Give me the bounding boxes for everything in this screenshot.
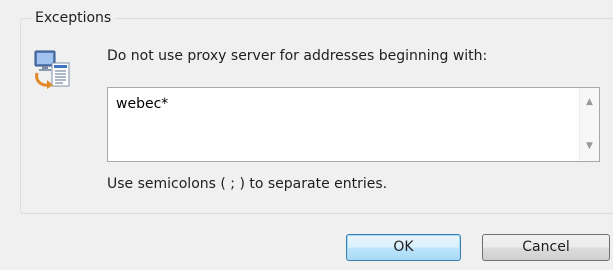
exceptions-group: Exceptions Do not use proxy server for a… bbox=[20, 9, 613, 214]
exceptions-scrollbar[interactable]: ▲ ▼ bbox=[579, 88, 599, 161]
exceptions-textarea-container: ▲ ▼ bbox=[107, 87, 600, 162]
exceptions-description: Do not use proxy server for addresses be… bbox=[107, 48, 488, 64]
exceptions-input[interactable] bbox=[108, 88, 580, 161]
exceptions-group-title: Exceptions bbox=[31, 9, 116, 27]
proxy-computer-icon bbox=[33, 49, 73, 91]
exceptions-hint: Use semicolons ( ; ) to separate entries… bbox=[107, 176, 388, 192]
ok-button[interactable]: OK bbox=[346, 234, 461, 261]
cancel-button[interactable]: Cancel bbox=[482, 234, 610, 261]
scroll-down-arrow-icon[interactable]: ▼ bbox=[580, 138, 599, 155]
scroll-up-arrow-icon[interactable]: ▲ bbox=[580, 94, 599, 111]
